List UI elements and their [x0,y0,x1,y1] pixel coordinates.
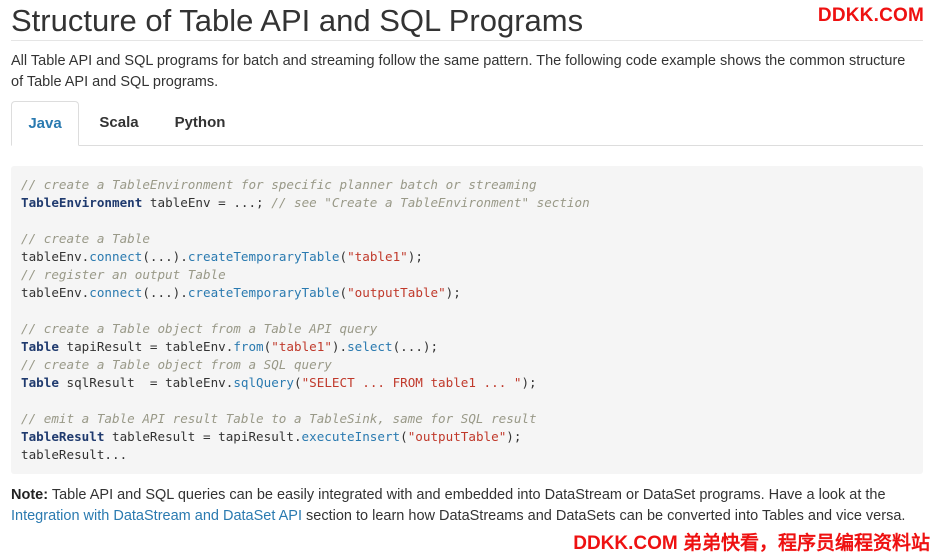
code-token: (...). [142,249,188,264]
code-token: (...). [142,285,188,300]
code-token: // register an output Table [21,267,226,282]
watermark-bottom: DDKK.COM 弟弟快看，程序员编程资料站 [569,528,930,552]
code-token: ); [407,249,423,264]
note-text-before: Table API and SQL queries can be easily … [48,487,886,503]
code-token: Table [21,339,59,354]
note-paragraph: Note: Table API and SQL queries can be e… [11,485,923,527]
code-token: TableEnvironment [21,195,143,210]
code-line: TableResult tableResult = tapiResult.exe… [21,428,923,446]
code-token: sqlResult = tableEnv. [58,375,234,390]
note-label: Note: [11,487,49,503]
integration-link[interactable]: Integration with DataStream and DataSet … [11,508,302,524]
page-title: Structure of Table API and SQL Programs [11,3,584,38]
title-divider [11,40,923,41]
code-line: tableResult... [21,446,923,464]
code-token: tableEnv = ...; [142,195,272,210]
watermark-top: DDKK.COM [817,5,924,26]
code-token: // create a TableEnvironment for specifi… [21,177,537,192]
code-line: tableEnv.connect(...).createTemporaryTab… [21,248,923,266]
code-token: tableEnv. [21,285,90,300]
code-token: tableEnv. [21,249,90,264]
code-token: ( [400,429,408,444]
code-token: ); [521,375,537,390]
code-token: TableResult [21,429,105,444]
language-tabs: Java Scala Python [11,101,923,146]
code-token: Table [21,375,59,390]
code-token: // see "Create a TableEnvironment" secti… [271,195,590,210]
code-line: // create a Table object from a Table AP… [21,320,923,338]
code-token: createTemporaryTable [187,249,340,264]
code-token: ( [339,285,348,300]
code-token: // create a Table object from a Table AP… [21,321,378,336]
code-token: "outputTable" [407,429,507,444]
code-token: // create a Table object from a SQL quer… [21,357,332,372]
code-token: // emit a Table API result Table to a Ta… [21,411,537,426]
code-token: createTemporaryTable [187,285,340,300]
tab-python[interactable]: Python [163,101,237,145]
note-text-after: section to learn how DataStreams and Dat… [301,508,906,524]
code-token: // create a Table [21,231,150,246]
code-token: tableResult = tapiResult. [104,429,302,444]
code-token: sqlQuery [233,375,294,390]
code-line: // create a Table [21,230,923,248]
code-line: // register an output Table [21,266,923,284]
code-token: ); [506,429,522,444]
code-token: (...); [392,339,439,354]
code-token: "table1" [271,339,332,354]
code-token: connect [89,285,143,300]
code-line: TableEnvironment tableEnv = ...; // see … [21,194,923,212]
code-token: ( [293,375,302,390]
tab-java[interactable]: Java [11,101,79,146]
code-token: "SELECT ... FROM table1 ... " [301,375,522,390]
code-line: // create a Table object from a SQL quer… [21,356,923,374]
code-line: // create a TableEnvironment for specifi… [21,176,923,194]
code-line: Table sqlResult = tableEnv.sqlQuery("SEL… [21,374,923,392]
code-token: ( [339,249,348,264]
code-line: Table tapiResult = tableEnv.from("table1… [21,338,923,356]
code-token: executeInsert [301,429,401,444]
code-token: ); [445,285,461,300]
code-token: "outputTable" [347,285,446,300]
code-token: connect [89,249,143,264]
tab-scala[interactable]: Scala [86,101,152,145]
code-block: // create a TableEnvironment for specifi… [11,166,923,474]
code-token: ). [331,339,348,354]
code-line: // emit a Table API result Table to a Ta… [21,410,923,428]
code-token: select [347,339,393,354]
code-token: tapiResult = tableEnv. [58,339,234,354]
intro-paragraph: All Table API and SQL programs for batch… [11,53,906,90]
code-token: from [233,339,264,354]
code-line: tableEnv.connect(...).createTemporaryTab… [21,284,923,302]
code-token: "table1" [347,249,408,264]
code-token: tableResult... [21,447,128,462]
